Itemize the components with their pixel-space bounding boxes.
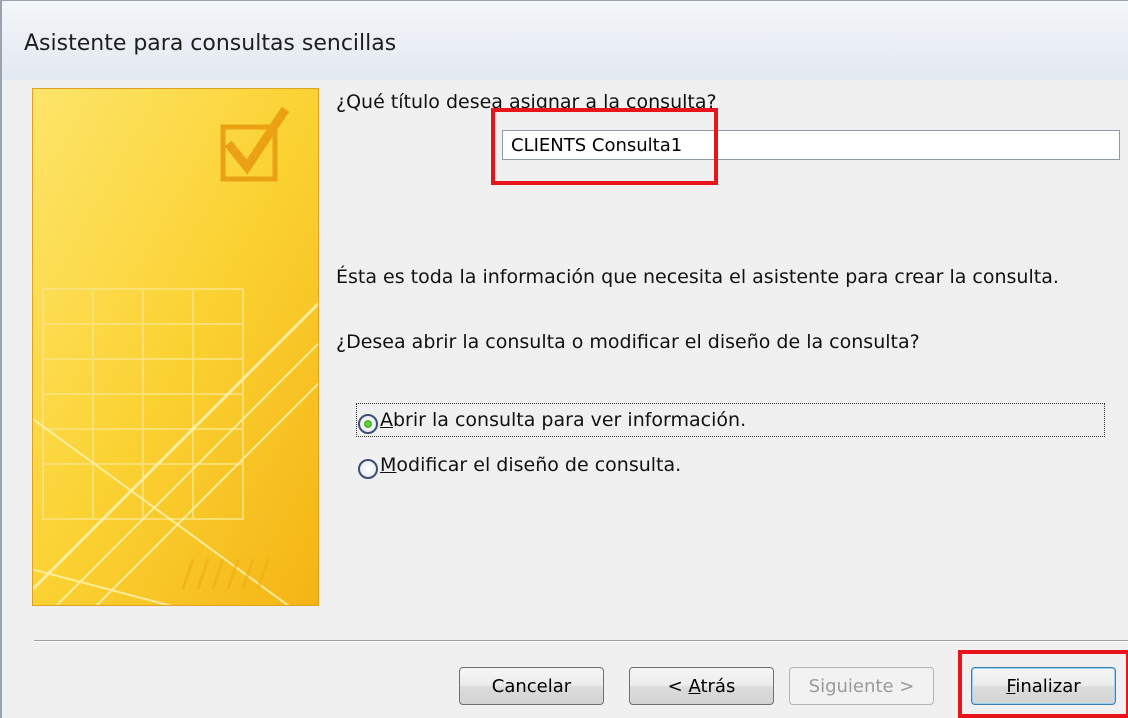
next-button[interactable]: Siguiente > [789, 667, 934, 705]
option-modify-label: Modificar el diseño de consulta. [380, 454, 682, 476]
radio-modify-design[interactable] [358, 459, 378, 479]
wizard-banner-image [32, 88, 319, 606]
option-open-query[interactable]: Abrir la consulta para ver información. [358, 403, 746, 437]
open-or-modify-question: ¿Desea abrir la consulta o modificar el … [336, 331, 920, 353]
window-title: Asistente para consultas sencillas [24, 31, 397, 56]
option-open-label: Abrir la consulta para ver información. [380, 409, 747, 431]
input-highlight-box [491, 108, 718, 185]
option-modify-design[interactable]: Modificar el diseño de consulta. [358, 448, 681, 482]
cancel-button[interactable]: Cancelar [459, 667, 604, 705]
back-button[interactable]: < Atrás [629, 667, 774, 705]
radio-selected-dot [364, 420, 372, 428]
query-wizard-dialog: Asistente para consultas sencillas ¿Qué … [0, 0, 1128, 718]
finish-highlight-box [958, 650, 1128, 718]
info-text: Ésta es toda la información que necesita… [336, 266, 1059, 288]
radio-open-query[interactable] [358, 414, 378, 434]
footer-separator [34, 640, 1128, 642]
title-bar[interactable]: Asistente para consultas sencillas [2, 0, 1128, 80]
wizard-banner-graphic [33, 89, 318, 605]
